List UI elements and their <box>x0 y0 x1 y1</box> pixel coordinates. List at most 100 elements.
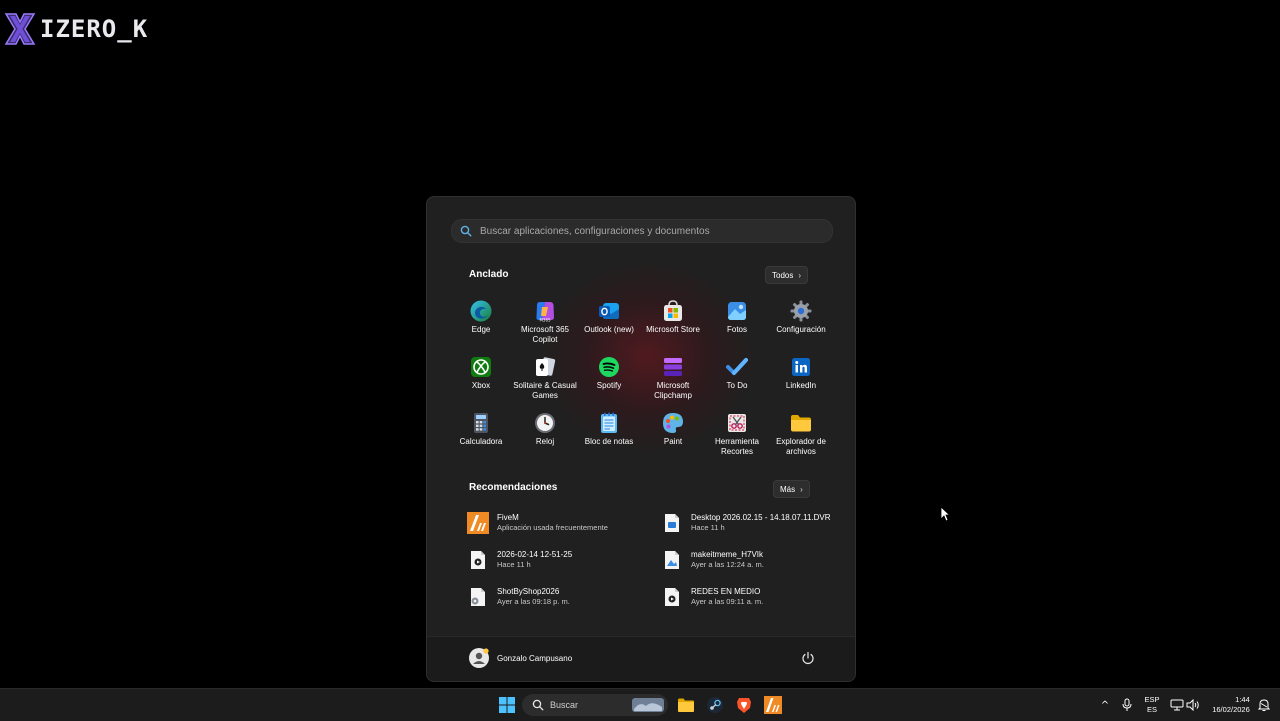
recommended-title: FiveM <box>497 513 519 522</box>
recommended-item-recording[interactable]: 2026-02-14 12-51-25 Hace 11 h <box>467 546 647 574</box>
speaker-icon <box>1186 699 1199 711</box>
pinned-app-solitaire[interactable]: Solitaire & Casual Games <box>513 353 577 403</box>
todo-icon <box>726 358 748 375</box>
pinned-app-file-explorer[interactable]: Explorador de archivos <box>769 409 833 459</box>
recommended-subtitle: Ayer a las 09:18 p. m. <box>497 597 570 606</box>
app-label: To Do <box>726 381 748 390</box>
user-icon <box>473 648 489 664</box>
clock-date: 16/02/2026 <box>1212 705 1250 714</box>
more-button[interactable]: Más › <box>773 480 810 498</box>
taskbar-file-explorer[interactable] <box>676 695 696 715</box>
pinned-app-edge[interactable]: Edge <box>449 297 513 347</box>
pinned-app-clipchamp[interactable]: Microsoft Clipchamp <box>641 353 705 403</box>
pinned-app-xbox[interactable]: Xbox <box>449 353 513 403</box>
app-label: Spotify <box>596 381 622 390</box>
pinned-app-snipping-tool[interactable]: Herramienta Recortes <box>705 409 769 459</box>
all-apps-label: Todos <box>772 270 794 280</box>
pinned-app-linkedin[interactable]: LinkedIn <box>769 353 833 403</box>
taskbar-brave[interactable] <box>734 695 754 715</box>
recommended-item-redes[interactable]: REDES EN MEDIO Ayer a las 09:11 a. m. <box>661 583 841 611</box>
pinned-app-outlook[interactable]: Outlook (new) <box>577 297 641 347</box>
store-icon <box>664 300 682 321</box>
edge-icon <box>470 300 492 322</box>
taskbar-clock[interactable]: 1:44 16/02/2026 <box>1206 689 1256 721</box>
recommended-title: REDES EN MEDIO <box>691 587 761 596</box>
notification-bell-icon <box>1258 699 1270 711</box>
all-apps-button[interactable]: Todos › <box>765 266 809 284</box>
recommended-title: ShotByShop2026 <box>497 587 560 596</box>
recommended-subtitle: Hace 11 h <box>497 560 531 569</box>
language-line1: ESP <box>1144 695 1160 704</box>
pinned-apps-grid: Edge M365 Microsoft 365 Copilot Outlook … <box>449 297 833 459</box>
snipping-tool-icon <box>728 414 746 432</box>
app-label: Edge <box>471 325 491 334</box>
app-label: Herramienta Recortes <box>714 437 759 456</box>
start-search-box[interactable] <box>451 219 833 243</box>
watermark-logo: IZERO_K <box>4 12 148 46</box>
app-label: Fotos <box>726 325 747 334</box>
taskbar-steam[interactable] <box>705 695 725 715</box>
pinned-app-clock[interactable]: Reloj <box>513 409 577 459</box>
pinned-app-paint[interactable]: Paint <box>641 409 705 459</box>
folder-icon <box>678 698 694 712</box>
app-label: Solitaire & Casual Games <box>513 381 577 400</box>
solitaire-icon <box>536 357 556 376</box>
recommended-item-meme[interactable]: makeitmeme_H7VIk Ayer a las 12:24 a. m. <box>661 546 841 574</box>
media-file-icon <box>665 588 679 606</box>
user-account-button[interactable]: Gonzalo Campusano <box>469 648 572 668</box>
recommended-item-shotbyshop[interactable]: ShotByShop2026 Ayer a las 09:18 p. m. <box>467 583 647 611</box>
linkedin-icon <box>792 358 810 376</box>
tray-volume[interactable] <box>1183 695 1203 715</box>
start-search-input[interactable] <box>478 224 822 238</box>
recommended-title: 2026-02-14 12-51-25 <box>497 550 573 559</box>
windows-logo-icon <box>499 697 515 713</box>
pinned-app-notepad[interactable]: Bloc de notas <box>577 409 641 459</box>
taskbar-search[interactable]: Buscar <box>522 694 668 716</box>
folder-icon <box>791 415 811 432</box>
app-label: Microsoft Store <box>646 325 700 334</box>
taskbar-fivem[interactable] <box>763 695 783 715</box>
taskbar-search-label: Buscar <box>550 700 579 710</box>
pinned-app-spotify[interactable]: Spotify <box>577 353 641 403</box>
network-icon <box>1170 699 1184 711</box>
app-label: Paint <box>663 437 683 446</box>
power-icon[interactable] <box>801 651 815 665</box>
tray-microphone[interactable] <box>1117 695 1137 715</box>
app-label: Microsoft Clipchamp <box>654 381 692 400</box>
language-line2: ES <box>1146 705 1157 714</box>
chevron-right-icon: › <box>800 484 803 494</box>
pinned-app-m365-copilot[interactable]: M365 Microsoft 365 Copilot <box>513 297 577 347</box>
recommended-subtitle: Ayer a las 12:24 a. m. <box>691 560 764 569</box>
app-label: Explorador de archivos <box>776 437 826 456</box>
paint-icon <box>663 413 683 433</box>
tray-overflow-button[interactable]: ^ <box>1095 695 1115 715</box>
clock-time: 1:44 <box>1235 695 1250 704</box>
pinned-app-settings[interactable]: Configuración <box>769 297 833 347</box>
xbox-icon <box>471 357 491 377</box>
gear-icon <box>790 300 812 322</box>
watermark-text: IZERO_K <box>40 15 149 43</box>
recommended-title: makeitmeme_H7VIk <box>691 550 764 559</box>
taskbar: Buscar ^ ESP ES 1:44 16/02/2026 <box>0 688 1280 721</box>
recommended-item-dvr[interactable]: Desktop 2026.02.15 - 14.18.07.11.DVR Hac… <box>661 509 841 537</box>
notepad-icon <box>601 412 617 433</box>
fivem-icon <box>764 696 782 714</box>
photos-icon <box>728 302 746 320</box>
clock-icon <box>535 413 555 433</box>
app-label: Outlook (new) <box>584 325 634 334</box>
start-button[interactable] <box>497 695 517 715</box>
app-label: Calculadora <box>459 437 503 446</box>
pinned-app-calculator[interactable]: Calculadora <box>449 409 513 459</box>
recommended-item-fivem[interactable]: FiveM Aplicación usada frecuentemente <box>467 509 647 537</box>
language-indicator[interactable]: ESP ES <box>1142 689 1162 721</box>
microphone-icon <box>1122 698 1132 711</box>
app-label: Bloc de notas <box>584 437 634 446</box>
search-highlight-icon <box>632 698 664 712</box>
pinned-app-todo[interactable]: To Do <box>705 353 769 403</box>
image-file-icon <box>665 551 679 569</box>
recommended-subtitle: Ayer a las 09:11 a. m. <box>691 597 764 606</box>
start-menu: Anclado Todos › Edge M365 Microsoft 365 … <box>426 196 856 682</box>
pinned-app-microsoft-store[interactable]: Microsoft Store <box>641 297 705 347</box>
tray-notifications[interactable] <box>1254 695 1274 715</box>
pinned-app-photos[interactable]: Fotos <box>705 297 769 347</box>
